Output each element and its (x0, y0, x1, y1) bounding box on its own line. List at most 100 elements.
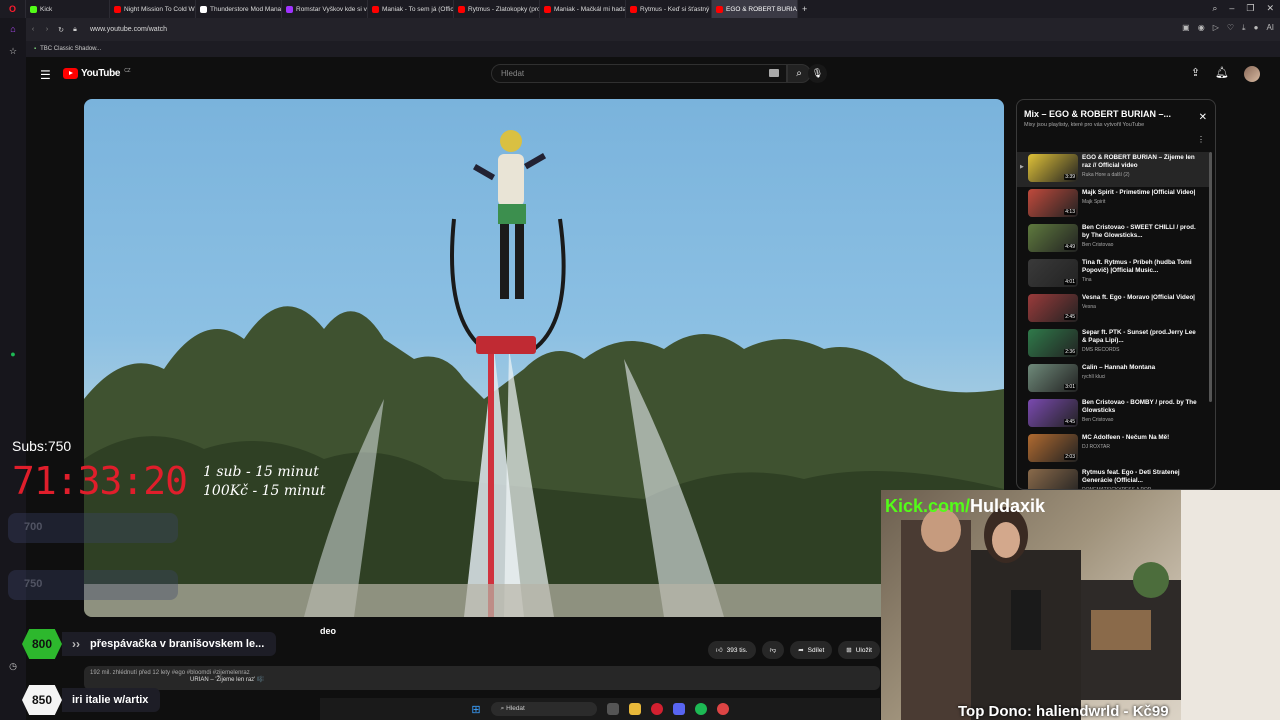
playlist-thumbnail[interactable]: 3:39 (1028, 154, 1078, 182)
playlist-thumbnail[interactable]: 5:00 (1028, 469, 1078, 489)
playlist-thumbnail[interactable]: 3:01 (1028, 364, 1078, 392)
playlist-item[interactable]: 4:49 Ben Cristovao - SWEET CHILLI / prod.… (1017, 222, 1209, 257)
close-icon[interactable]: ✕ (1199, 112, 1207, 123)
subs-value: 750 (47, 438, 72, 454)
playlist-thumbnail[interactable]: 2:36 (1028, 329, 1078, 357)
playlist-thumbnail[interactable]: 4:13 (1028, 189, 1078, 217)
browser-tab[interactable]: Night Mission To Cold Wi (110, 0, 196, 18)
top-donation: Top Dono: haliendwrld - Kč99 (958, 703, 1169, 720)
taskbar-search[interactable]: ⌕ Hledat (490, 702, 597, 716)
goal-ghost: 700 (8, 513, 178, 543)
opera-icon[interactable] (650, 703, 663, 715)
playlist-item[interactable]: 2:36 Separ ft. PTK - Sunset (prod.Jerry L… (1017, 327, 1209, 362)
playlist-item[interactable]: 2:03 MC Adolfeen - Nečum Na Mě! DJ ROXTAR (1017, 432, 1209, 467)
playlist-item-channel: Ben Cristovao (1082, 417, 1114, 423)
close-button[interactable]: ✕ (1266, 3, 1274, 14)
playlist-scrollbar[interactable] (1209, 152, 1212, 402)
playlist-thumbnail[interactable]: 4:01 (1028, 259, 1078, 287)
opera-menu[interactable]: O (0, 0, 26, 18)
video-title: deo (320, 626, 337, 636)
minimize-button[interactable]: – (1229, 3, 1234, 14)
playlist-item-text: EGO & ROBERT BURIAN – Žijeme len raz // … (1082, 154, 1202, 178)
playlist-item-title: Separ ft. PTK - Sunset (prod.Jerry Lee &… (1082, 329, 1196, 344)
duration-badge: 4:49 (1064, 244, 1076, 250)
share-label: Sdílet (807, 646, 825, 654)
goal-bar: ›› přespávačka v branišovskem le... (62, 632, 277, 656)
like-button[interactable]: 👍︎ 393 tis. (707, 641, 756, 659)
play-icon[interactable]: ▷ (1213, 23, 1219, 33)
browser-tab[interactable]: Maniak - Mačkál mi hada (540, 0, 626, 18)
description-box[interactable]: 192 mil. zhlédnutí před 12 lety #ego #bl… (84, 666, 880, 690)
duration-badge: 2:03 (1064, 454, 1076, 460)
bell-icon[interactable]: 🔔︎ (1215, 66, 1229, 82)
browser-tab[interactable]: Kick (26, 0, 110, 18)
playlist-item-text: Ben Cristovao - SWEET CHILLI / prod. by … (1082, 224, 1202, 248)
playlist-item[interactable]: ▶ 3:39 EGO & ROBERT BURIAN – Žijeme len ra… (1017, 152, 1209, 187)
tab-label: Kick (40, 5, 53, 13)
share-button[interactable]: ➦ Sdílet (790, 641, 833, 659)
playlist-item-text: Majk Spirit - Primetime |Official Video|… (1082, 189, 1202, 205)
playlist-thumbnail[interactable]: 4:49 (1028, 224, 1078, 252)
home-icon[interactable]: ⌂ (0, 18, 26, 40)
screen: O Kick Night Mission To Cold Wi Thundersto… (0, 0, 1280, 720)
profile-icon[interactable]: ● (1254, 23, 1259, 33)
playlist-thumbnail[interactable]: 2:45 (1028, 294, 1078, 322)
voice-search-button[interactable]: 🎙︎ (808, 64, 827, 83)
browser-tab[interactable]: Romstar Vyškov kde si vč (282, 0, 368, 18)
region-code: CZ (124, 68, 131, 74)
task-view-icon[interactable] (606, 703, 619, 715)
reload-icon[interactable]: ↻ (54, 26, 68, 34)
file-explorer-icon[interactable] (628, 703, 641, 715)
maximize-button[interactable]: ❐ (1246, 3, 1254, 14)
search-tabs-icon[interactable]: ⌕ (1212, 3, 1217, 14)
playlist-item[interactable]: 5:00 Rytmus feat. Ego - Deti Stratenej Ge… (1017, 467, 1209, 489)
forward-icon[interactable]: › (40, 26, 54, 33)
browser-tab[interactable]: Rytmus - Keď si šťastný (626, 0, 712, 18)
bookmarks-icon[interactable]: ☆ (0, 40, 26, 62)
url-field[interactable]: www.youtube.com/watch (90, 26, 167, 33)
keyboard-icon[interactable] (769, 69, 779, 77)
new-tab-button[interactable]: + (798, 0, 811, 18)
playlist-thumbnail[interactable]: 4:45 (1028, 399, 1078, 427)
playlist-item[interactable]: 3:01 Calin – Hannah Montana rychlí kluci (1017, 362, 1209, 397)
playlist-item[interactable]: 4:45 Ben Cristovao - BOMBY / prod. by The… (1017, 397, 1209, 432)
playlist-item[interactable]: 2:45 Vesna ft. Ego - Moravo |Official Vid… (1017, 292, 1209, 327)
upload-icon[interactable]: ⇪ (1191, 66, 1200, 82)
dislike-button[interactable]: 👎︎ (761, 641, 785, 659)
tab-label: Maniak - Mačkál mi hada (554, 5, 626, 13)
browser-tab[interactable]: Maniak - To sem já (Offici (368, 0, 454, 18)
playlist-item[interactable]: 4:01 Tina ft. Rytmus - Príbeh (hudba Tomi… (1017, 257, 1209, 292)
bookmarks-bar: ▪ TBC Classic Shadow... (26, 41, 1280, 57)
heart-icon[interactable]: ♡ (1227, 23, 1234, 33)
browser-tab[interactable]: Thunderstore Mod Mana (196, 0, 282, 18)
browser-tab[interactable]: EGO & ROBERT BURIAN (712, 0, 798, 18)
discord-icon[interactable] (672, 703, 685, 715)
search-input[interactable]: Hledat (491, 64, 787, 83)
video-player[interactable] (84, 99, 1004, 617)
more-icon[interactable]: ⋮ (1197, 135, 1205, 144)
playlist-item-channel: Ben Cristovao (1082, 242, 1114, 248)
ai-icon[interactable]: AI (1266, 23, 1274, 33)
save-icon: ⊞ (846, 647, 852, 654)
save-button[interactable]: ⊞ Uložit (838, 641, 880, 659)
youtube-logo[interactable]: YouTube CZ (63, 68, 131, 79)
tab-favicon-icon (30, 5, 37, 13)
playlist-item-text: MC Adolfeen - Nečum Na Mě! DJ ROXTAR (1082, 434, 1202, 450)
menu-icon[interactable]: ☰ (40, 68, 51, 82)
download-icon[interactable]: ⤓ (1242, 23, 1246, 33)
back-icon[interactable]: ‹ (26, 26, 40, 33)
windows-start-icon[interactable]: ⊞ (471, 703, 480, 716)
bookmark-item[interactable]: TBC Classic Shadow... (40, 46, 101, 52)
playlist-thumbnail[interactable]: 2:03 (1028, 434, 1078, 462)
address-bar-tools: ▣ ◉ ▷ ♡ ⤓ ● AI (1182, 23, 1274, 33)
spotify-app-icon[interactable] (694, 703, 707, 715)
camera-icon[interactable]: ◉ (1198, 23, 1205, 33)
tab-label: Romstar Vyškov kde si vč (296, 5, 368, 13)
chrome-icon[interactable] (716, 703, 729, 715)
playlist-item[interactable]: 4:13 Majk Spirit - Primetime |Official Vi… (1017, 187, 1209, 222)
extension-icon[interactable]: ▣ (1182, 23, 1190, 33)
spotify-icon[interactable]: ● (0, 343, 26, 365)
goal-ghost: 750 (8, 570, 178, 600)
avatar[interactable] (1244, 66, 1260, 82)
browser-tab[interactable]: Rytmus - Zlatokopky (pro (454, 0, 540, 18)
